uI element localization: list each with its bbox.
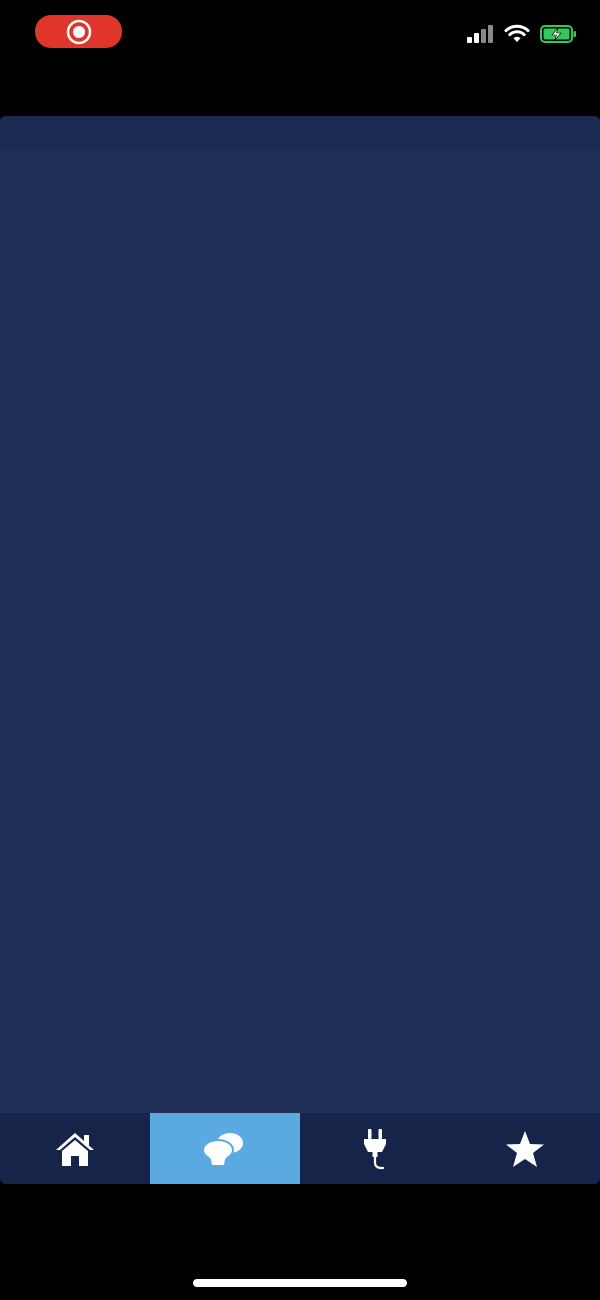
power-plug-icon	[364, 1128, 386, 1169]
app-header-band	[0, 116, 600, 148]
tab-favorites[interactable]	[450, 1113, 600, 1184]
app-content-panel	[0, 116, 600, 1113]
status-icons	[466, 24, 578, 44]
app-content-body[interactable]	[0, 148, 600, 1113]
tab-home[interactable]	[0, 1113, 150, 1184]
cellular-signal-icon	[467, 25, 493, 43]
tab-energy[interactable]	[300, 1113, 450, 1184]
star-icon	[506, 1130, 544, 1167]
home-icon	[56, 1132, 94, 1166]
phone-screen	[0, 0, 600, 1300]
cloud-weather-icon	[202, 1132, 243, 1165]
home-indicator[interactable]	[193, 1279, 407, 1287]
wifi-icon	[504, 24, 530, 42]
status-bar	[0, 0, 600, 70]
tab-weather[interactable]	[150, 1113, 300, 1184]
battery-charging-icon	[540, 25, 576, 43]
screen-recording-icon	[66, 19, 91, 44]
bottom-tab-bar	[0, 1113, 600, 1184]
screen-recording-indicator[interactable]	[35, 15, 122, 48]
